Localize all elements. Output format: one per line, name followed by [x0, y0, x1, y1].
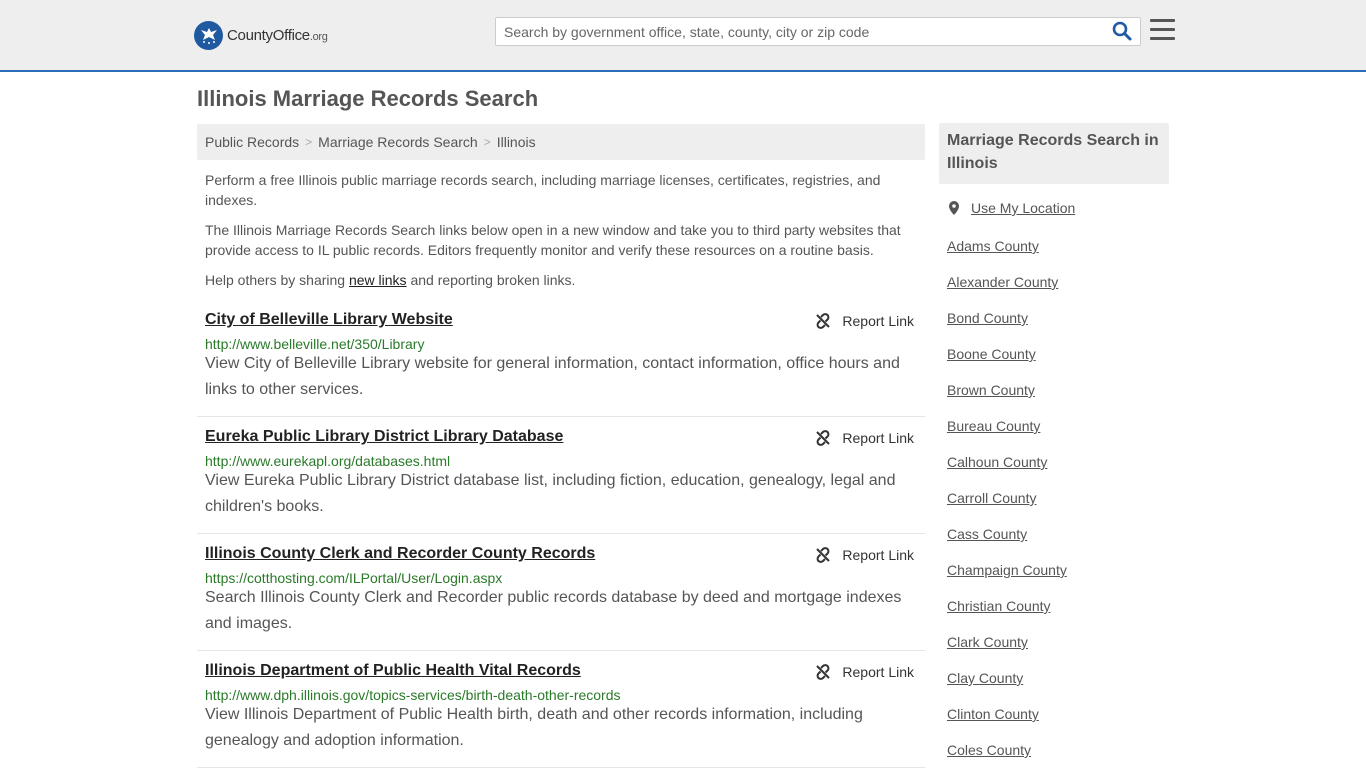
county-link[interactable]: Clinton County [947, 706, 1039, 722]
report-link-button[interactable]: Report Link [815, 662, 914, 682]
breadcrumb-separator: > [483, 135, 491, 149]
report-link-button[interactable]: Report Link [815, 428, 914, 448]
use-my-location-link[interactable]: Use My Location [971, 200, 1075, 216]
county-link[interactable]: Christian County [947, 598, 1051, 614]
result-title-link[interactable]: Illinois Department of Public Health Vit… [205, 662, 581, 680]
result-title-link[interactable]: City of Belleville Library Website [205, 311, 453, 329]
search-box [495, 17, 1141, 46]
broken-link-icon [816, 313, 831, 329]
intro-paragraph: The Illinois Marriage Records Search lin… [205, 222, 901, 258]
broken-link-icon [816, 664, 831, 680]
report-link-button[interactable]: Report Link [815, 545, 914, 565]
county-link[interactable]: Clay County [947, 670, 1023, 686]
logo-eagle-icon [194, 20, 223, 50]
county-link[interactable]: Adams County [947, 238, 1039, 254]
new-links-link[interactable]: new links [349, 272, 407, 288]
result-title-link[interactable]: Illinois County Clerk and Recorder Count… [205, 545, 595, 563]
result-item: City of Belleville Library Website Repor… [197, 311, 925, 417]
use-my-location[interactable]: Use My Location [947, 200, 1075, 216]
sidebar-heading: Marriage Records Search in Illinois [939, 123, 1169, 184]
county-link[interactable]: Clark County [947, 634, 1028, 650]
result-url[interactable]: https://cotthosting.com/ILPortal/User/Lo… [205, 570, 502, 586]
breadcrumb: Public Records > Marriage Records Search… [197, 124, 925, 160]
result-url[interactable]: http://www.belleville.net/350/Library [205, 336, 424, 352]
hamburger-menu-icon[interactable] [1150, 19, 1175, 41]
report-link-button[interactable]: Report Link [815, 311, 914, 331]
broken-link-icon [816, 430, 831, 446]
county-link[interactable]: Alexander County [947, 274, 1058, 290]
result-url[interactable]: http://www.dph.illinois.gov/topics-servi… [205, 687, 621, 703]
result-description: Search Illinois County Clerk and Recorde… [205, 589, 902, 632]
breadcrumb-separator: > [305, 135, 313, 149]
top-header: CountyOffice.org [0, 0, 1366, 72]
result-item: Illinois County Clerk and Recorder Count… [197, 545, 925, 651]
result-url[interactable]: http://www.eurekapl.org/databases.html [205, 453, 450, 469]
breadcrumb-marriage-records[interactable]: Marriage Records Search [318, 134, 478, 150]
search-input[interactable] [496, 18, 1106, 45]
county-link[interactable]: Cass County [947, 526, 1027, 542]
result-description: View Illinois Department of Public Healt… [205, 706, 863, 749]
intro-paragraph: Perform a free Illinois public marriage … [205, 172, 881, 208]
result-item: Eureka Public Library District Library D… [197, 428, 925, 534]
site-logo[interactable]: CountyOffice.org [194, 20, 328, 50]
help-paragraph: Help others by sharing new links and rep… [205, 272, 576, 288]
county-link[interactable]: Bureau County [947, 418, 1040, 434]
result-description: View Eureka Public Library District data… [205, 472, 896, 515]
broken-link-icon [816, 547, 831, 563]
search-icon[interactable] [1112, 21, 1134, 43]
logo-text: CountyOffice.org [227, 26, 328, 44]
breadcrumb-illinois[interactable]: Illinois [497, 134, 536, 150]
county-link[interactable]: Carroll County [947, 490, 1036, 506]
county-link[interactable]: Calhoun County [947, 454, 1047, 470]
result-description: View City of Belleville Library website … [205, 355, 900, 398]
map-pin-icon [949, 201, 959, 215]
county-link[interactable]: Champaign County [947, 562, 1067, 578]
page-title: Illinois Marriage Records Search [197, 86, 539, 111]
county-link[interactable]: Brown County [947, 382, 1035, 398]
county-link[interactable]: Bond County [947, 310, 1028, 326]
result-item: Illinois Department of Public Health Vit… [197, 662, 925, 768]
result-title-link[interactable]: Eureka Public Library District Library D… [205, 428, 563, 446]
county-link[interactable]: Coles County [947, 742, 1031, 758]
breadcrumb-public-records[interactable]: Public Records [205, 134, 299, 150]
county-link[interactable]: Boone County [947, 346, 1036, 362]
